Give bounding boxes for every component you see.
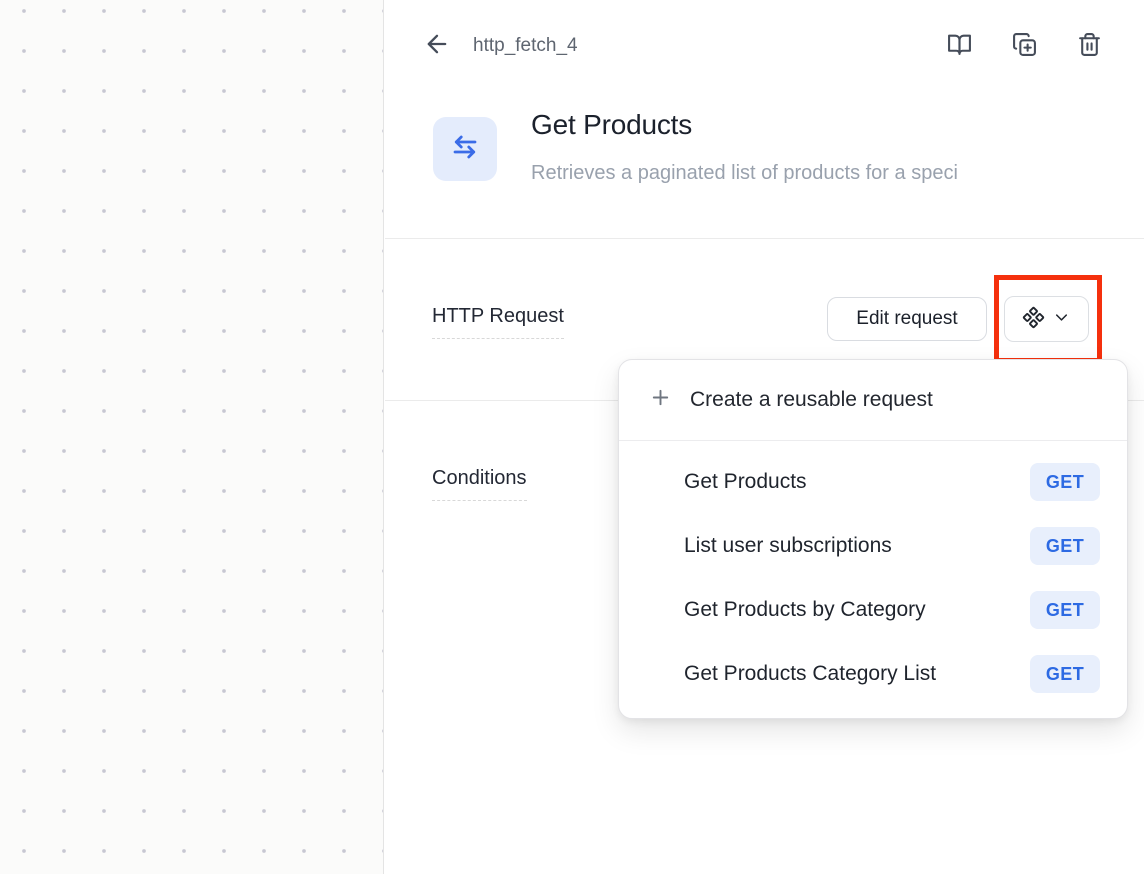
create-reusable-request-label: Create a reusable request bbox=[690, 388, 933, 412]
node-title: Get Products bbox=[531, 109, 692, 141]
create-reusable-request-item[interactable]: Create a reusable request bbox=[619, 360, 1127, 441]
arrow-left-icon bbox=[423, 30, 451, 61]
copy-plus-icon bbox=[1012, 32, 1037, 60]
delete-button[interactable] bbox=[1077, 33, 1102, 58]
request-name: List user subscriptions bbox=[684, 534, 1030, 558]
edit-request-button[interactable]: Edit request bbox=[827, 297, 987, 341]
back-button[interactable] bbox=[423, 31, 451, 59]
reusable-request-dropdown-button[interactable] bbox=[1004, 296, 1089, 342]
transfer-arrows-icon bbox=[450, 132, 480, 167]
node-id-title: http_fetch_4 bbox=[473, 35, 578, 57]
http-request-label: HTTP Request bbox=[432, 305, 564, 339]
list-item[interactable]: Get Products GET bbox=[619, 450, 1127, 514]
saved-requests-list: Get Products GET List user subscriptions… bbox=[619, 441, 1127, 718]
method-badge: GET bbox=[1030, 527, 1100, 565]
reusable-request-dropdown-menu: Create a reusable request Get Products G… bbox=[618, 359, 1128, 719]
docs-button[interactable] bbox=[947, 33, 972, 58]
request-name: Get Products bbox=[684, 470, 1030, 494]
node-type-icon-badge bbox=[433, 117, 497, 181]
request-name: Get Products Category List bbox=[684, 662, 1030, 686]
request-name: Get Products by Category bbox=[684, 598, 1030, 622]
chevron-down-icon bbox=[1052, 308, 1071, 330]
duplicate-button[interactable] bbox=[1012, 33, 1037, 58]
method-badge: GET bbox=[1030, 655, 1100, 693]
list-item[interactable]: Get Products by Category GET bbox=[619, 578, 1127, 642]
workflow-canvas[interactable] bbox=[0, 0, 384, 874]
node-detail-panel: http_fetch_4 Get Products Retrieves a pa… bbox=[385, 0, 1144, 874]
method-badge: GET bbox=[1030, 591, 1100, 629]
book-open-icon bbox=[947, 32, 972, 60]
section-divider bbox=[385, 238, 1144, 239]
plus-icon bbox=[649, 386, 672, 414]
trash-icon bbox=[1077, 32, 1102, 60]
header-actions bbox=[947, 33, 1102, 58]
component-diamonds-icon bbox=[1022, 306, 1045, 332]
method-badge: GET bbox=[1030, 463, 1100, 501]
list-item[interactable]: Get Products Category List GET bbox=[619, 642, 1127, 706]
node-description: Retrieves a paginated list of products f… bbox=[531, 162, 1144, 185]
list-item[interactable]: List user subscriptions GET bbox=[619, 514, 1127, 578]
conditions-label: Conditions bbox=[432, 467, 527, 501]
